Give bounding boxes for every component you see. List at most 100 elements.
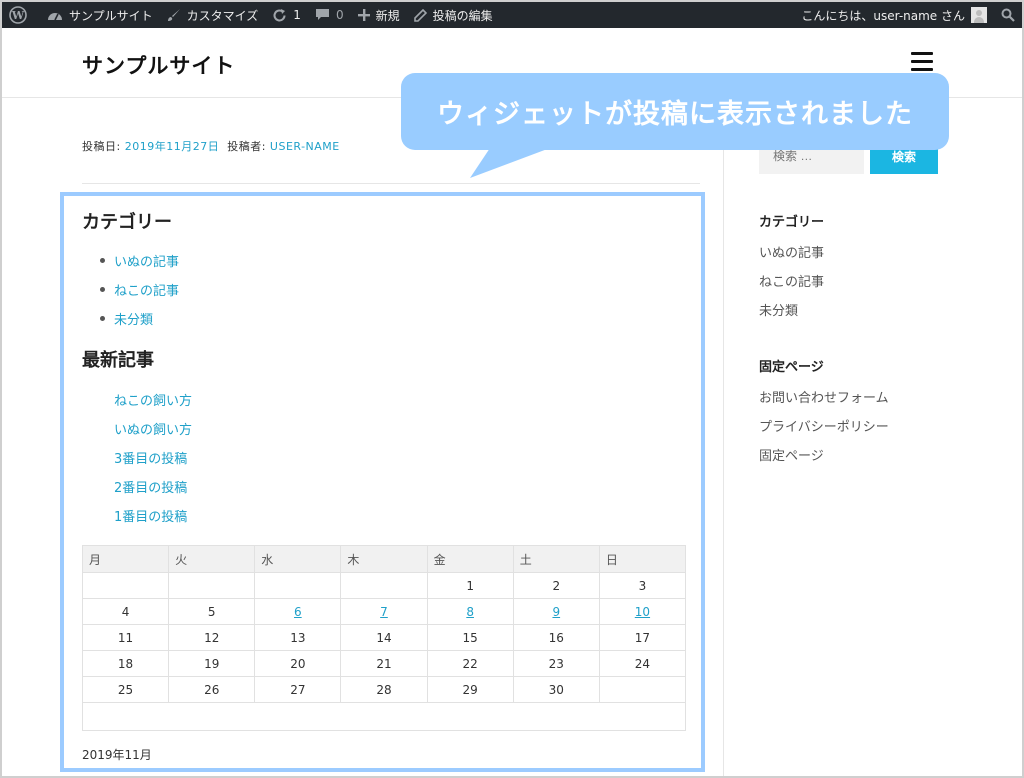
calendar-body: 1 2 3 4 5 6 7 8 9 10 11 12 13 14 15 16 17 18 19 20 21 22 23 24 2… — [81, 572, 687, 703]
calendar-day: 14 — [340, 624, 428, 651]
calendar-widget: 月火水木金土日 1 2 3 4 5 6 7 8 9 10 11 12 13 14 15 16 17 18 19 20 2… — [81, 545, 687, 731]
calendar-day: 22 — [426, 650, 514, 677]
category-label: 未分類 — [114, 313, 154, 328]
admin-customize-label: カスタマイズ — [186, 8, 259, 23]
pencil-icon — [413, 8, 427, 22]
sidebar-categories-list: いぬの記事 ねこの記事 未分類 — [759, 237, 824, 324]
recent-post-link[interactable]: いぬの飼い方 — [114, 414, 192, 443]
calendar-weekday: 水 — [254, 545, 342, 573]
category-label: いぬの記事 — [114, 255, 180, 270]
admin-comments-count: 0 — [335, 8, 344, 22]
sidebar-page-link[interactable]: プライバシーポリシー — [759, 411, 889, 440]
wordpress-logo-button[interactable]: W — [2, 2, 40, 28]
recent-post-link[interactable]: 3番目の投稿 — [114, 443, 192, 472]
sidebar-category-link[interactable]: いぬの記事 — [759, 237, 824, 266]
admin-updates-count: 1 — [293, 8, 301, 22]
category-link[interactable]: 未分類 — [100, 304, 179, 333]
admin-edit-post-link[interactable]: 投稿の編集 — [407, 2, 500, 28]
calendar-day: 30 — [512, 676, 600, 703]
calendar-empty-cell — [340, 572, 428, 599]
calendar-empty-cell — [254, 572, 342, 599]
calendar-empty-cell — [81, 572, 170, 599]
admin-updates-link[interactable]: 1 — [265, 2, 308, 28]
sidebar-category-link[interactable]: ねこの記事 — [759, 266, 824, 295]
calendar-caption: 2019年11月 — [82, 748, 152, 762]
site-title[interactable]: サンプルサイト — [82, 50, 235, 80]
admin-bar: W サンプルサイト カスタマイズ 1 0 新規 投稿の編集 こんにちは、user… — [2, 2, 1022, 28]
categories-widget-title: カテゴリー — [82, 212, 172, 233]
menu-toggle-button[interactable] — [911, 52, 933, 71]
calendar-day: 17 — [598, 624, 687, 651]
calendar-empty-cell — [168, 572, 256, 599]
admin-comments-link[interactable]: 0 — [308, 2, 351, 28]
avatar — [971, 7, 987, 23]
post-author-link[interactable]: USER-NAME — [270, 140, 340, 153]
calendar-nav-cell — [82, 702, 686, 731]
calendar-day: 13 — [254, 624, 342, 651]
calendar-weekday-row: 月火水木金土日 — [81, 545, 687, 573]
admin-search-button[interactable] — [994, 2, 1022, 28]
recent-posts-list: ねこの飼い方 いぬの飼い方 3番目の投稿 2番目の投稿 1番目の投稿 — [114, 385, 192, 530]
calendar-weekday: 火 — [168, 545, 256, 573]
hamburger-icon-bar — [911, 52, 933, 55]
calendar-weekday: 木 — [340, 545, 428, 573]
sidebar-divider — [723, 98, 724, 778]
calendar-day-link[interactable]: 7 — [340, 598, 428, 625]
admin-account-menu[interactable]: こんにちは、user-name さん — [794, 2, 994, 28]
hamburger-icon-bar — [911, 68, 933, 71]
annotation-callout: ウィジェットが投稿に表示されました — [401, 73, 949, 150]
calendar-weekday: 土 — [512, 545, 600, 573]
calendar-day: 16 — [512, 624, 600, 651]
bullet-icon — [100, 316, 105, 321]
sidebar-page-link[interactable]: 固定ページ — [759, 440, 889, 469]
calendar-week-row: 11 12 13 14 15 16 17 — [81, 624, 687, 651]
recent-post-link[interactable]: ねこの飼い方 — [114, 385, 192, 414]
comment-icon — [315, 8, 330, 22]
calendar-weekday: 月 — [81, 545, 170, 573]
calendar-day: 19 — [168, 650, 256, 677]
calendar-day: 1 — [426, 572, 514, 599]
bullet-icon — [100, 287, 105, 292]
post-meta: 投稿日: 2019年11月27日 投稿者: USER-NAME — [82, 138, 340, 154]
category-link[interactable]: ねこの記事 — [100, 275, 179, 304]
category-link[interactable]: いぬの記事 — [100, 246, 179, 275]
admin-site-name-label: サンプルサイト — [69, 8, 153, 23]
search-icon — [1001, 8, 1015, 22]
calendar-day: 29 — [426, 676, 514, 703]
bullet-icon — [100, 258, 105, 263]
post-date-label: 投稿日: — [82, 140, 125, 153]
category-label: ねこの記事 — [114, 284, 180, 299]
calendar-day: 18 — [81, 650, 170, 677]
calendar-empty-cell — [598, 676, 687, 703]
calendar-day-link[interactable]: 9 — [512, 598, 600, 625]
sidebar-page-link[interactable]: お問い合わせフォーム — [759, 382, 889, 411]
refresh-icon — [272, 8, 287, 23]
recent-post-link[interactable]: 2番目の投稿 — [114, 472, 192, 501]
calendar-day: 28 — [340, 676, 428, 703]
calendar-week-row: 18 19 20 21 22 23 24 — [81, 650, 687, 677]
admin-customize-link[interactable]: カスタマイズ — [160, 2, 266, 28]
recent-posts-widget-title: 最新記事 — [82, 350, 154, 371]
admin-new-link[interactable]: 新規 — [351, 2, 407, 28]
plus-icon — [357, 9, 370, 21]
sidebar-category-link[interactable]: 未分類 — [759, 295, 824, 324]
calendar-day-link[interactable]: 6 — [254, 598, 342, 625]
calendar-week-row: 25 26 27 28 29 30 — [81, 676, 687, 703]
calendar-day: 11 — [81, 624, 170, 651]
calendar-day: 5 — [168, 598, 256, 625]
brush-icon — [167, 8, 181, 22]
sidebar-categories-title: カテゴリー — [759, 215, 825, 230]
sidebar-pages-title: 固定ページ — [759, 360, 824, 375]
calendar-nav-row — [82, 702, 686, 731]
post-date-link[interactable]: 2019年11月27日 — [125, 140, 220, 153]
calendar-day: 15 — [426, 624, 514, 651]
admin-edit-post-label: 投稿の編集 — [432, 8, 493, 23]
calendar-day: 3 — [598, 572, 687, 599]
calendar-day: 20 — [254, 650, 342, 677]
post-author-label: 投稿者: — [227, 140, 270, 153]
calendar-day-link[interactable]: 8 — [426, 598, 514, 625]
recent-post-link[interactable]: 1番目の投稿 — [114, 501, 192, 530]
admin-site-name-link[interactable]: サンプルサイト — [40, 2, 160, 28]
calendar-day-link[interactable]: 10 — [598, 598, 687, 625]
admin-new-label: 新規 — [375, 8, 400, 23]
